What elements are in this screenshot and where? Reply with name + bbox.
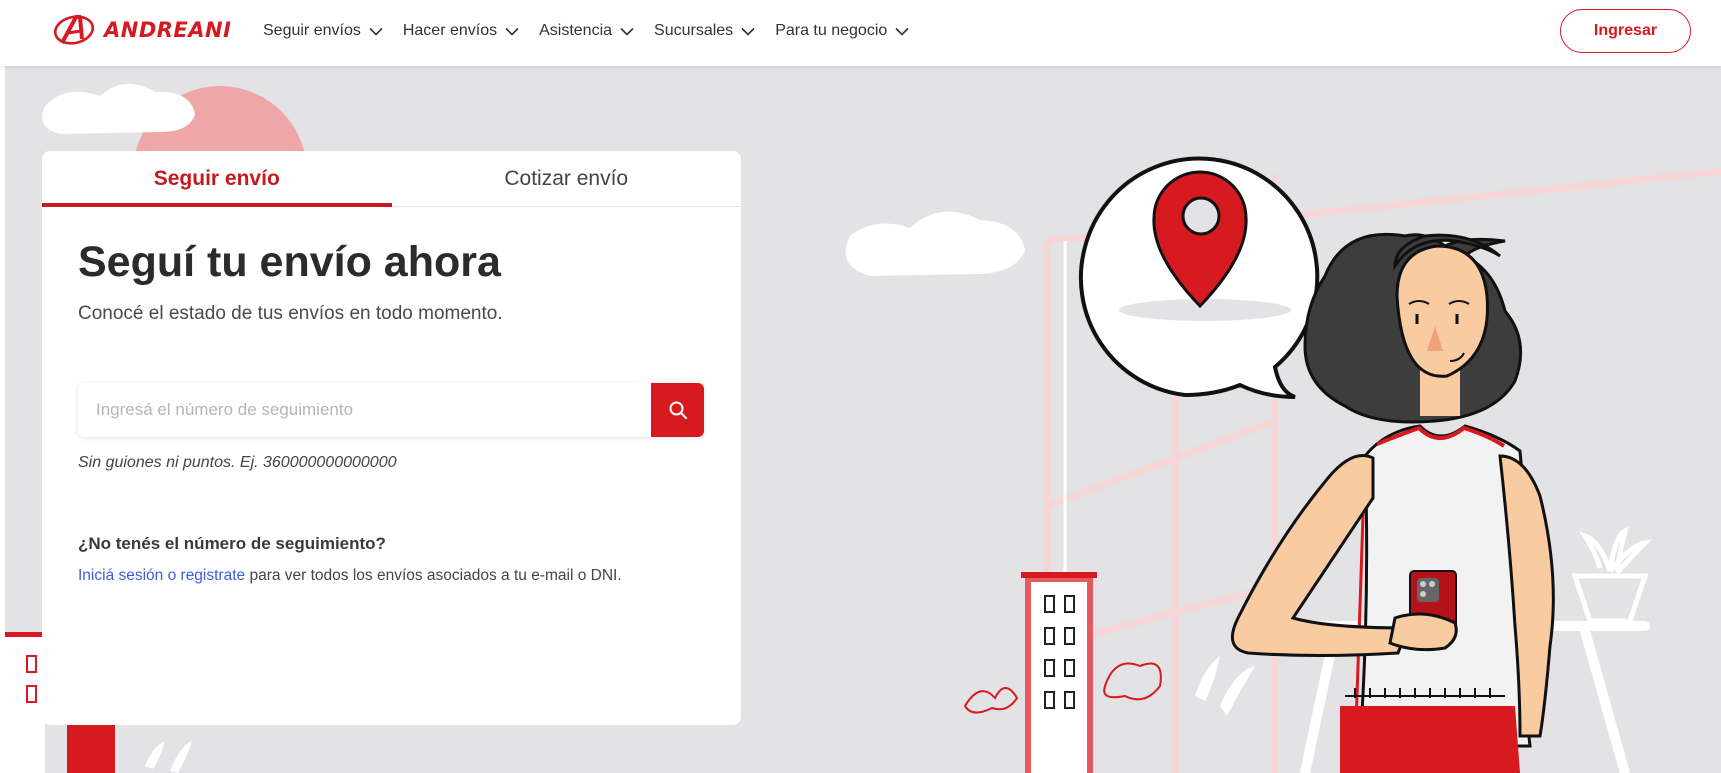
- search-button[interactable]: [651, 383, 704, 437]
- nav-item-label: Seguir envíos: [263, 22, 361, 39]
- login-register-link[interactable]: Iniciá sesión o registrate: [78, 567, 245, 584]
- card-tabs: Seguir envío Cotizar envío: [42, 151, 741, 207]
- nav-item-seguir-envios[interactable]: Seguir envíos: [263, 22, 383, 40]
- nav-item-label: Para tu negocio: [775, 22, 888, 39]
- tracking-number-input[interactable]: [78, 383, 651, 437]
- nav-item-para-tu-negocio[interactable]: Para tu negocio: [775, 22, 909, 40]
- card-title: Seguí tu envío ahora: [78, 238, 501, 286]
- chevron-down-icon: [369, 27, 383, 36]
- main-nav: Seguir envíos Hacer envíos Asistencia Su…: [263, 0, 929, 62]
- nav-item-label: Hacer envíos: [402, 22, 498, 39]
- nav-item-label: Sucursales: [654, 22, 734, 39]
- nav-item-sucursales[interactable]: Sucursales: [654, 22, 755, 40]
- card-subtitle: Conocé el estado de tus envíos en todo m…: [78, 303, 503, 324]
- chevron-down-icon: [620, 27, 634, 36]
- chevron-down-icon: [741, 27, 755, 36]
- andreani-logo-icon: [53, 15, 95, 45]
- tracking-search: [78, 383, 704, 437]
- nav-item-hacer-envios[interactable]: Hacer envíos: [403, 22, 519, 40]
- chevron-down-icon: [895, 27, 909, 36]
- nav-item-label: Asistencia: [539, 22, 613, 39]
- brand-logo[interactable]: ANDREANI: [52, 12, 231, 48]
- search-icon: [669, 401, 687, 420]
- site-header: ANDREANI Seguir envíos Hacer envíos Asis…: [0, 0, 1721, 66]
- no-tracking-question: ¿No tenés el número de seguimiento?: [78, 534, 386, 553]
- no-tracking-answer: Iniciá sesión o registrate para ver todo…: [78, 567, 622, 585]
- login-button[interactable]: Ingresar: [1560, 9, 1691, 53]
- tracking-hint: Sin guiones ni puntos. Ej. 3600000000000…: [78, 454, 397, 471]
- chevron-down-icon: [505, 27, 519, 36]
- tracking-card: Seguir envío Cotizar envío Seguí tu enví…: [42, 151, 741, 725]
- tab-cotizar-envio[interactable]: Cotizar envío: [392, 151, 742, 206]
- brand-name: ANDREANI: [104, 18, 232, 42]
- answer-text: para ver todos los envíos asociados a tu…: [245, 567, 622, 584]
- tab-seguir-envio[interactable]: Seguir envío: [42, 151, 392, 207]
- nav-item-asistencia[interactable]: Asistencia: [539, 22, 634, 40]
